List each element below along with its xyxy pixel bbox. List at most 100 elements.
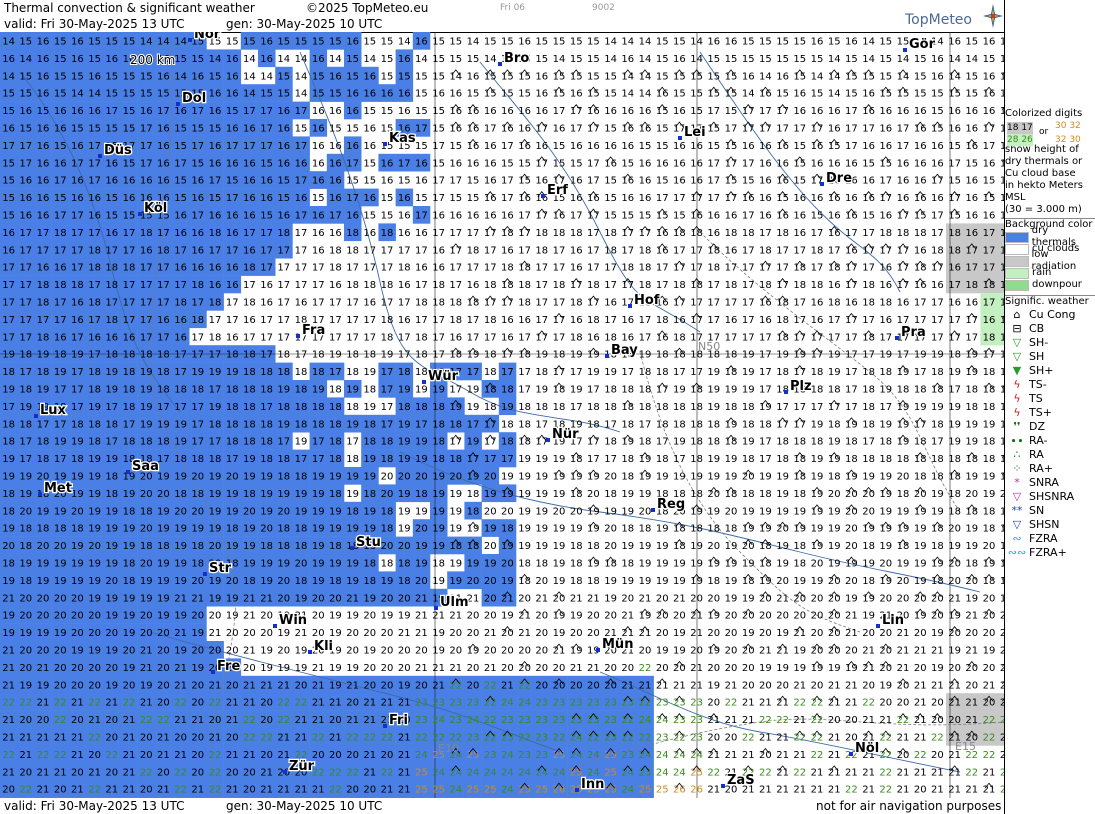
svg-text:17: 17 [553, 245, 566, 256]
footer-valid: valid: Fri 30-May-2025 13 UTC [4, 798, 184, 814]
svg-text:17: 17 [381, 245, 394, 256]
svg-text:17: 17 [673, 367, 686, 378]
svg-text:16: 16 [398, 89, 411, 100]
svg-text:20: 20 [157, 663, 170, 674]
svg-text:18: 18 [54, 524, 67, 535]
svg-text:17: 17 [690, 245, 703, 256]
svg-text:16: 16 [759, 176, 772, 187]
svg-text:21: 21 [191, 715, 204, 726]
svg-text:20: 20 [707, 489, 720, 500]
svg-text:21: 21 [965, 785, 978, 796]
svg-text:18: 18 [226, 402, 239, 413]
svg-text:16: 16 [931, 141, 944, 152]
svg-text:16: 16 [243, 176, 256, 187]
svg-text:19: 19 [88, 402, 101, 413]
svg-text:17: 17 [381, 263, 394, 274]
svg-text:19: 19 [88, 489, 101, 500]
svg-text:18: 18 [415, 332, 428, 343]
svg-text:16: 16 [965, 141, 978, 152]
svg-text:17: 17 [656, 385, 669, 396]
svg-text:15: 15 [725, 106, 738, 117]
svg-text:19: 19 [174, 472, 187, 483]
svg-text:19: 19 [346, 489, 359, 500]
svg-text:15: 15 [19, 71, 32, 82]
svg-text:14: 14 [553, 54, 566, 65]
svg-text:16: 16 [105, 158, 118, 169]
svg-text:24: 24 [518, 698, 531, 709]
svg-text:15: 15 [19, 89, 32, 100]
svg-text:19: 19 [811, 419, 824, 430]
svg-text:17: 17 [776, 263, 789, 274]
svg-text:17: 17 [415, 124, 428, 135]
svg-text:20: 20 [845, 541, 858, 552]
svg-text:23: 23 [501, 715, 514, 726]
svg-text:19: 19 [811, 663, 824, 674]
svg-text:17: 17 [931, 263, 944, 274]
svg-text:15: 15 [381, 106, 394, 117]
svg-text:19: 19 [157, 576, 170, 587]
svg-text:14: 14 [948, 71, 961, 82]
svg-text:20: 20 [37, 593, 50, 604]
svg-text:20: 20 [105, 767, 118, 778]
svg-text:19: 19 [157, 559, 170, 570]
svg-text:14: 14 [897, 54, 910, 65]
svg-text:19: 19 [707, 402, 720, 413]
svg-text:17: 17 [948, 280, 961, 291]
svg-text:19: 19 [123, 541, 136, 552]
svg-text:15: 15 [277, 37, 290, 48]
legend-swatch [1005, 279, 1029, 291]
svg-text:19: 19 [862, 472, 875, 483]
svg-text:21: 21 [501, 680, 514, 691]
city-label: Fra [302, 323, 325, 338]
svg-text:15: 15 [621, 158, 634, 169]
svg-text:18: 18 [570, 298, 583, 309]
svg-text:18: 18 [243, 489, 256, 500]
svg-text:19: 19 [707, 454, 720, 465]
svg-text:15: 15 [191, 54, 204, 65]
svg-text:20: 20 [88, 680, 101, 691]
svg-text:16: 16 [226, 89, 239, 100]
legend-wx-item: ∾ FZRA [1005, 532, 1095, 546]
svg-text:21: 21 [2, 663, 15, 674]
svg-text:16: 16 [312, 158, 325, 169]
svg-text:17: 17 [140, 158, 153, 169]
svg-text:14: 14 [243, 54, 256, 65]
svg-text:17: 17 [226, 141, 239, 152]
svg-text:19: 19 [140, 367, 153, 378]
svg-text:21: 21 [174, 750, 187, 761]
svg-text:17: 17 [639, 332, 652, 343]
svg-text:18: 18 [329, 419, 342, 430]
svg-text:19: 19 [931, 506, 944, 517]
svg-text:16: 16 [639, 176, 652, 187]
svg-text:18: 18 [432, 402, 445, 413]
shower-icon: ▽ [1005, 351, 1029, 363]
svg-text:19: 19 [965, 472, 978, 483]
svg-text:16: 16 [88, 71, 101, 82]
svg-text:15: 15 [174, 124, 187, 135]
svg-text:18: 18 [862, 419, 875, 430]
svg-text:23: 23 [553, 715, 566, 726]
svg-text:20: 20 [965, 489, 978, 500]
svg-text:18: 18 [553, 228, 566, 239]
svg-text:18: 18 [621, 524, 634, 535]
svg-text:18: 18 [174, 454, 187, 465]
svg-text:15: 15 [656, 176, 669, 187]
svg-text:17: 17 [879, 193, 892, 204]
svg-text:17: 17 [260, 141, 273, 152]
svg-text:22: 22 [140, 767, 153, 778]
svg-text:17: 17 [312, 454, 325, 465]
svg-text:19: 19 [621, 576, 634, 587]
svg-text:16: 16 [432, 89, 445, 100]
svg-text:19: 19 [226, 506, 239, 517]
svg-text:24: 24 [690, 750, 703, 761]
svg-text:16: 16 [209, 106, 222, 117]
svg-text:18: 18 [467, 245, 480, 256]
weather-map[interactable]: 14 15 16 15 16 15 15 15 14 14 14 15 15 15 15 16 15 15 15 15… [0, 32, 1004, 798]
svg-text:19: 19 [673, 437, 686, 448]
svg-text:17: 17 [71, 263, 84, 274]
svg-text:19: 19 [71, 576, 84, 587]
svg-text:17: 17 [295, 350, 308, 361]
svg-text:21: 21 [897, 663, 910, 674]
svg-text:17: 17 [759, 437, 772, 448]
svg-text:14: 14 [415, 54, 428, 65]
